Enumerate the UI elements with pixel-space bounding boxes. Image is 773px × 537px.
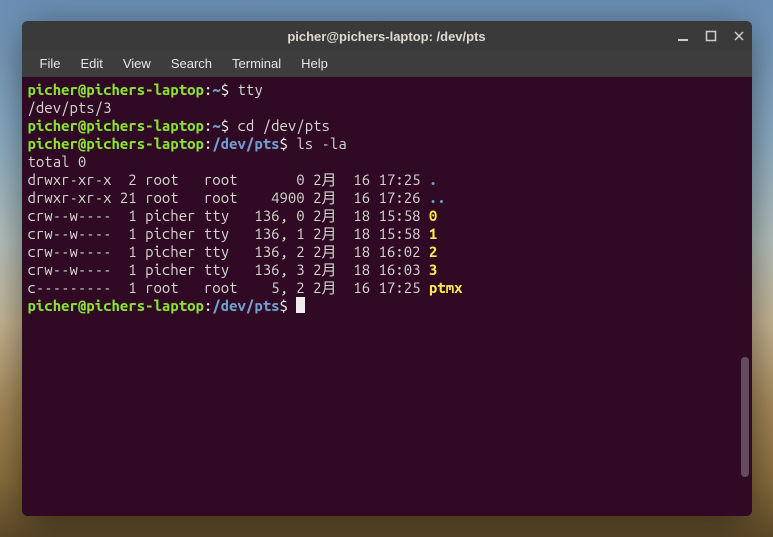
window-title: picher@pichers-laptop: /dev/pts <box>287 29 485 44</box>
terminal-line: picher@pichers-laptop:/dev/pts$ ls -la <box>28 135 746 153</box>
minimize-icon <box>677 30 689 42</box>
scrollbar-thumb[interactable] <box>741 357 749 477</box>
menubar: File Edit View Search Terminal Help <box>22 51 752 77</box>
menu-edit[interactable]: Edit <box>70 51 112 77</box>
menu-file[interactable]: File <box>30 51 71 77</box>
window-controls <box>676 21 746 51</box>
list-item: crw--w---- 1 picher tty 136, 0 2月 18 15:… <box>28 207 746 225</box>
list-item: crw--w---- 1 picher tty 136, 2 2月 18 16:… <box>28 243 746 261</box>
menu-search[interactable]: Search <box>161 51 222 77</box>
terminal-line: picher@pichers-laptop:/dev/pts$ <box>28 297 746 315</box>
terminal-line: picher@pichers-laptop:~$ tty <box>28 81 746 99</box>
terminal-line: total 0 <box>28 153 746 171</box>
terminal-content[interactable]: picher@pichers-laptop:~$ tty/dev/pts/3pi… <box>22 77 752 319</box>
list-item: c--------- 1 root root 5, 2 2月 16 17:25 … <box>28 279 746 297</box>
terminal-line: /dev/pts/3 <box>28 99 746 117</box>
terminal-window: picher@pichers-laptop: /dev/pts <box>22 21 752 516</box>
cursor <box>296 297 305 313</box>
close-icon <box>733 30 745 42</box>
minimize-button[interactable] <box>676 29 690 43</box>
terminal-line: picher@pichers-laptop:~$ cd /dev/pts <box>28 117 746 135</box>
list-item: crw--w---- 1 picher tty 136, 3 2月 18 16:… <box>28 261 746 279</box>
maximize-button[interactable] <box>704 29 718 43</box>
scrollbar[interactable] <box>740 77 750 516</box>
maximize-icon <box>705 30 717 42</box>
close-button[interactable] <box>732 29 746 43</box>
menu-terminal[interactable]: Terminal <box>222 51 291 77</box>
titlebar[interactable]: picher@pichers-laptop: /dev/pts <box>22 21 752 51</box>
terminal-viewport[interactable]: picher@pichers-laptop:~$ tty/dev/pts/3pi… <box>22 77 752 516</box>
list-item: drwxr-xr-x 21 root root 4900 2月 16 17:26… <box>28 189 746 207</box>
menu-help[interactable]: Help <box>291 51 338 77</box>
list-item: drwxr-xr-x 2 root root 0 2月 16 17:25 . <box>28 171 746 189</box>
menu-view[interactable]: View <box>113 51 161 77</box>
desktop-background: picher@pichers-laptop: /dev/pts <box>0 0 773 537</box>
list-item: crw--w---- 1 picher tty 136, 1 2月 18 15:… <box>28 225 746 243</box>
